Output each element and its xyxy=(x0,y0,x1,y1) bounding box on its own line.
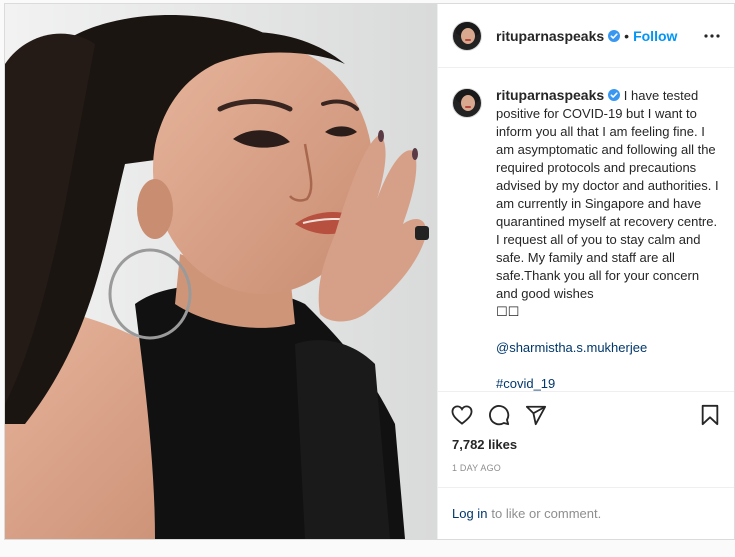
caption-avatar[interactable] xyxy=(452,88,482,118)
likes-count[interactable]: 7,782 likes xyxy=(438,437,734,455)
mention-link[interactable]: @sharmistha.s.mukherjee xyxy=(496,339,720,357)
paper-plane-icon[interactable] xyxy=(524,403,548,427)
post-timestamp[interactable]: 1 DAY AGO xyxy=(438,463,734,487)
portrait-image xyxy=(5,4,437,539)
post-header: rituparnaspeaks • Follow xyxy=(438,4,734,68)
caption-body: rituparnaspeaks I have tested positive f… xyxy=(496,86,720,391)
follow-button[interactable]: Follow xyxy=(633,28,677,44)
comment-bubble-icon[interactable] xyxy=(487,403,511,427)
verified-badge-icon xyxy=(608,89,621,101)
caption-text: I have tested positive for COVID-19 but … xyxy=(496,88,719,301)
login-link[interactable]: Log in xyxy=(452,506,487,521)
action-bar xyxy=(438,391,734,437)
avatar[interactable] xyxy=(452,20,482,51)
login-prompt: Log in to like or comment. xyxy=(438,487,734,539)
post-photo[interactable] xyxy=(5,4,437,539)
caption-row: rituparnaspeaks I have tested positive f… xyxy=(452,86,720,391)
hashtag-link[interactable]: #covid_19 xyxy=(496,375,720,391)
caption-username[interactable]: rituparnaspeaks xyxy=(496,87,604,103)
login-prompt-text: to like or comment. xyxy=(491,506,602,521)
post-sidebar: rituparnaspeaks • Follow rituparnaspeaks… xyxy=(437,4,734,539)
username[interactable]: rituparnaspeaks xyxy=(496,28,604,44)
heart-icon[interactable] xyxy=(450,403,474,427)
comments-section: rituparnaspeaks I have tested positive f… xyxy=(438,68,734,391)
caption-emoji: ☐☐ xyxy=(496,304,520,319)
more-options-icon[interactable] xyxy=(704,28,720,44)
bookmark-icon[interactable] xyxy=(698,403,722,427)
instagram-post: rituparnaspeaks • Follow rituparnaspeaks… xyxy=(4,3,735,540)
separator-dot: • xyxy=(624,27,630,44)
verified-badge-icon xyxy=(608,29,621,42)
